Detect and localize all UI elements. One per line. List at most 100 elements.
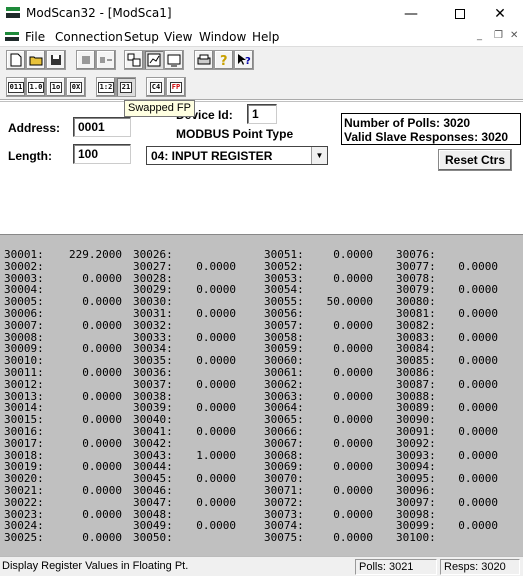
register-address: 30082: — [396, 318, 436, 332]
binary-format-button[interactable]: 011 — [6, 77, 26, 97]
question-icon: ? — [220, 54, 228, 67]
window-title: ModScan32 - [ModSca1] — [26, 6, 172, 20]
register-row: 30042: — [133, 436, 263, 450]
register-value: 0.0000 — [333, 436, 373, 450]
register-row: 30012: — [4, 378, 129, 391]
menu-help[interactable]: Help — [252, 30, 279, 44]
register-row: 30046: — [133, 485, 263, 497]
register-value: 0.0000 — [196, 259, 236, 273]
main-toolbar: ? ? — [0, 46, 523, 74]
register-value: 0.0000 — [196, 424, 236, 438]
tooltip: Swapped FP — [124, 100, 195, 117]
chevron-down-icon[interactable]: ▼ — [311, 147, 327, 164]
register-address: 30062: — [264, 377, 304, 391]
register-row: 30036: — [133, 367, 263, 379]
register-address: 30002: — [4, 259, 44, 273]
register-address: 30092: — [396, 436, 436, 450]
menu-file[interactable]: File — [25, 30, 45, 44]
device-id-input[interactable]: 1 — [247, 104, 277, 124]
register-value: 0.0000 — [82, 531, 122, 545]
register-address: 30036: — [133, 365, 173, 379]
register-address: 30056: — [264, 306, 304, 320]
child-close-button[interactable]: ✕ — [510, 30, 518, 41]
decimal-format-button[interactable]: 1.0 — [26, 77, 46, 97]
register-value: 0.0000 — [458, 259, 498, 273]
register-row: 30057: 0.0000 — [264, 318, 394, 332]
register-address: 30006: — [4, 306, 44, 320]
context-help-button[interactable]: ? — [234, 50, 254, 70]
minimize-button[interactable]: — — [388, 0, 434, 28]
hex-format-button[interactable]: 0X — [66, 77, 86, 97]
disconnect-button[interactable] — [96, 50, 116, 70]
register-row: 30022: — [4, 496, 129, 509]
menu-connection[interactable]: Connection — [55, 30, 123, 44]
child-minimize-button[interactable]: _ — [477, 30, 482, 41]
register-row: 30082: — [396, 318, 521, 332]
register-value: 0.0000 — [458, 424, 498, 438]
register-row: 30096: — [396, 485, 521, 497]
register-row: 30077: 0.0000 — [396, 259, 521, 273]
close-button[interactable]: ✕ — [477, 0, 523, 28]
app-icon — [6, 7, 20, 19]
register-address: 30100: — [396, 531, 436, 545]
register-value: 0.0000 — [333, 318, 373, 332]
new-file-button[interactable] — [6, 50, 26, 70]
save-button[interactable] — [46, 50, 66, 70]
float-format-button[interactable]: 1:2 — [96, 77, 116, 97]
point-type-value: 04: INPUT REGISTER — [151, 149, 273, 163]
swapped-double-button[interactable]: FP — [166, 77, 186, 97]
disconnect-icon — [100, 57, 112, 63]
tile-windows-button[interactable] — [124, 50, 144, 70]
register-row: 30027: 0.0000 — [133, 259, 263, 273]
chart-icon — [147, 53, 161, 67]
child-restore-button[interactable]: ❐ — [494, 30, 503, 41]
menu-setup[interactable]: Setup — [124, 30, 159, 44]
register-value: 0.0000 — [196, 495, 236, 509]
register-value: 0.0000 — [196, 377, 236, 391]
double-format-button[interactable]: C4 — [146, 77, 166, 97]
about-button[interactable]: ? — [214, 50, 234, 70]
polls-status: Polls: 3021 — [355, 559, 437, 575]
address-input[interactable]: 0001 — [73, 117, 131, 137]
monitor-button[interactable] — [164, 50, 184, 70]
register-value: 0.0000 — [458, 306, 498, 320]
display-mode-button[interactable] — [144, 50, 164, 70]
length-input[interactable]: 100 — [73, 144, 131, 164]
register-row: 30047: 0.0000 — [133, 495, 263, 509]
format-toolbar: 011 1.0 1o 0X 1:2 21 C4 FP — [0, 74, 523, 100]
integer-format-button[interactable]: 1o — [46, 77, 66, 97]
swapped-fp-button[interactable]: 21 — [116, 77, 136, 97]
register-row: 30092: — [396, 436, 521, 450]
document-icon[interactable] — [5, 32, 19, 42]
reset-counters-button[interactable]: Reset Ctrs — [438, 149, 512, 171]
register-address: 30042: — [133, 436, 173, 450]
register-row: 30067: 0.0000 — [264, 436, 394, 450]
register-address: 30096: — [396, 483, 436, 497]
connect-button[interactable] — [76, 50, 96, 70]
responses-count: Valid Slave Responses: 3020 — [344, 130, 509, 144]
register-address: 30046: — [133, 483, 173, 497]
register-row: 30087: 0.0000 — [396, 378, 521, 391]
register-column-3: 30051: 0.0000 30052: 30053: 0.0000 30054: 3005… — [264, 249, 394, 544]
register-column-2: 30026: 30027: 0.0000 30028: 30029: 0.0000 3003… — [133, 249, 263, 544]
register-row: 30016: — [4, 426, 129, 438]
svg-text:?: ? — [220, 54, 228, 67]
register-row: 30050: — [133, 532, 263, 544]
help-pointer-icon: ? — [238, 54, 251, 67]
print-button[interactable] — [194, 50, 214, 70]
register-address: 30066: — [264, 424, 304, 438]
register-data-view[interactable]: 30001: 229.2000 30002: 30003: 0.0000 30004: 30… — [0, 234, 523, 556]
tile-icon — [127, 53, 141, 67]
poll-stats-box: Number of Polls: 3020 Valid Slave Respon… — [341, 113, 521, 145]
register-column-1: 30001: 229.2000 30002: 30003: 0.0000 30004: 30… — [4, 249, 129, 544]
menu-window[interactable]: Window — [199, 30, 246, 44]
register-row: 30100: — [396, 532, 521, 544]
register-row: 30091: 0.0000 — [396, 426, 521, 438]
point-type-label: MODBUS Point Type — [176, 127, 294, 141]
open-folder-button[interactable] — [26, 50, 46, 70]
register-row: 30061: 0.0000 — [264, 367, 394, 379]
point-type-select[interactable]: 04: INPUT REGISTER ▼ — [146, 146, 328, 165]
menu-view[interactable]: View — [164, 30, 192, 44]
svg-text:?: ? — [245, 56, 251, 67]
register-row: 30002: — [4, 259, 129, 273]
